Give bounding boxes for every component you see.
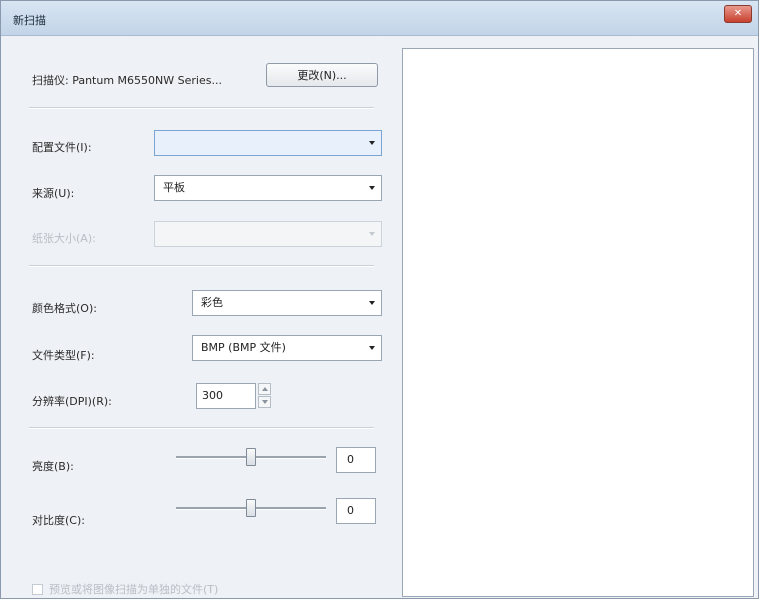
color-format-label: 颜色格式(O): — [32, 302, 97, 315]
chevron-down-icon — [369, 232, 375, 236]
paper-size-select — [154, 221, 382, 247]
spin-up-icon[interactable] — [258, 383, 271, 395]
source-select[interactable]: 平板 — [154, 175, 382, 201]
source-label: 来源(U): — [32, 187, 75, 200]
paper-size-label: 纸张大小(A): — [32, 232, 96, 245]
chevron-down-icon — [369, 141, 375, 145]
profile-select[interactable] — [154, 130, 382, 156]
chevron-down-icon — [369, 346, 375, 350]
color-format-select[interactable]: 彩色 — [192, 290, 382, 316]
contrast-label: 对比度(C): — [32, 514, 85, 527]
brightness-slider-thumb[interactable] — [246, 448, 256, 466]
file-type-label: 文件类型(F): — [32, 349, 95, 362]
scanner-label: 扫描仪: Pantum M6550NW Series... — [32, 74, 222, 87]
resolution-label: 分辨率(DPI)(R): — [32, 395, 112, 408]
change-scanner-button[interactable]: 更改(N)... — [266, 63, 378, 87]
separator — [29, 265, 374, 267]
separate-files-checkbox — [32, 584, 43, 595]
contrast-value: 0 — [347, 504, 354, 517]
brightness-value: 0 — [347, 453, 354, 466]
brightness-value-input[interactable]: 0 — [336, 447, 376, 473]
scan-dialog: 新扫描 ✕ 扫描仪: Pantum M6550NW Series... 更改(N… — [0, 0, 759, 599]
preview-area — [402, 48, 754, 597]
resolution-input[interactable]: 300 — [196, 383, 256, 409]
title-bar: 新扫描 ✕ — [1, 1, 758, 36]
resolution-value: 300 — [202, 389, 223, 402]
source-value: 平板 — [163, 181, 185, 194]
separator — [29, 427, 374, 429]
window-title: 新扫描 — [13, 14, 46, 27]
profile-label: 配置文件(I): — [32, 141, 92, 154]
separator — [29, 107, 374, 109]
resolution-spinner — [258, 383, 271, 409]
contrast-value-input[interactable]: 0 — [336, 498, 376, 524]
file-type-select[interactable]: BMP (BMP 文件) — [192, 335, 382, 361]
brightness-label: 亮度(B): — [32, 460, 74, 473]
close-icon[interactable]: ✕ — [724, 5, 752, 23]
chevron-down-icon — [369, 186, 375, 190]
spin-down-icon[interactable] — [258, 396, 271, 408]
separate-files-label: 预览或将图像扫描为单独的文件(T) — [49, 583, 219, 596]
file-type-value: BMP (BMP 文件) — [201, 341, 286, 354]
contrast-slider-thumb[interactable] — [246, 499, 256, 517]
chevron-down-icon — [369, 301, 375, 305]
color-format-value: 彩色 — [201, 296, 223, 309]
